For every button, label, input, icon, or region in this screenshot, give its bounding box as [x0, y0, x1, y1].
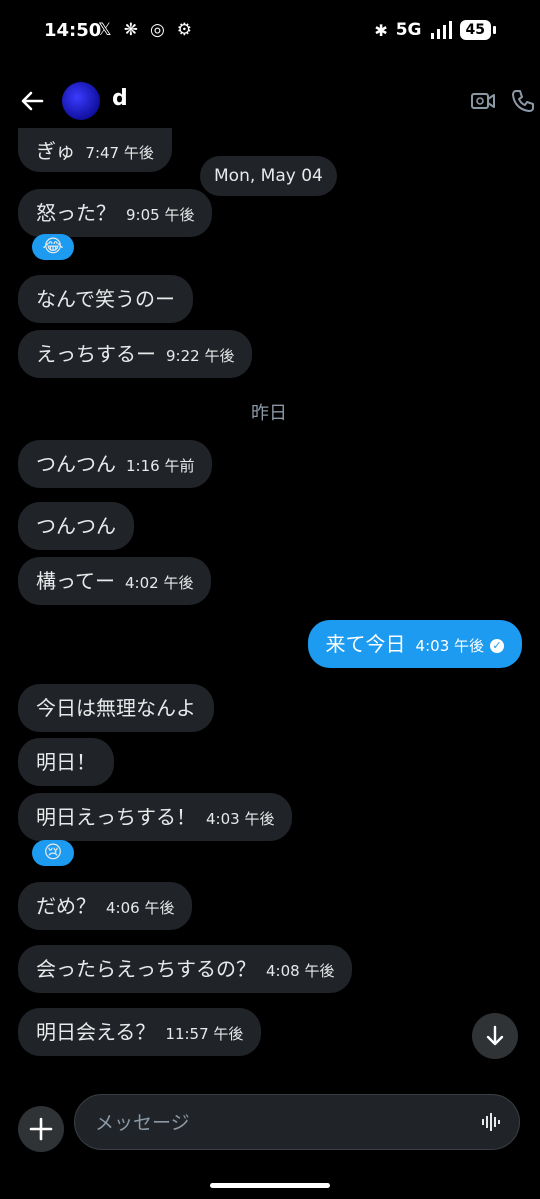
outgoing-message-bubble[interactable]: 来て今日 4:03 午後 ✓: [307, 620, 522, 668]
phone-icon[interactable]: [510, 88, 536, 114]
message-text: つんつん: [36, 452, 116, 476]
scroll-down-button[interactable]: [472, 1013, 518, 1059]
message-text: 明日！: [36, 750, 96, 774]
read-check-icon: ✓: [490, 638, 504, 653]
message-bubble[interactable]: つんつん 1:16 午前: [18, 440, 213, 488]
x-logo-icon: 𝕏: [98, 20, 112, 40]
battery-level: 45: [459, 20, 491, 40]
message-text: 来て今日: [325, 632, 406, 656]
signal-icon: [430, 21, 452, 39]
message-time: 4:03 午後: [206, 810, 275, 828]
scroll-down-icon: [486, 1025, 504, 1046]
home-indicator[interactable]: [210, 1183, 330, 1188]
bluetooth-icon: ✱: [374, 20, 388, 40]
message-bubble[interactable]: 明日！: [18, 738, 114, 786]
message-text: 明日会える？: [36, 1020, 156, 1044]
message-text: 今日は無理なんよ: [36, 696, 196, 720]
message-text: 構ってー: [36, 569, 115, 593]
message-input[interactable]: [93, 1095, 457, 1151]
message-bubble[interactable]: 明日えっちする！ 4:03 午後: [18, 793, 293, 841]
message-time: 7:47 午後: [85, 144, 154, 162]
message-composer: [0, 1090, 540, 1160]
message-text: ぎゅ: [36, 139, 76, 163]
message-bubble[interactable]: 今日は無理なんよ: [18, 684, 214, 732]
message-time: 4:02 午後: [125, 574, 194, 592]
reaction-badge[interactable]: 😢: [32, 840, 74, 866]
message-bubble[interactable]: えっちするー 9:22 午後: [18, 330, 253, 378]
message-bubble[interactable]: なんで笑うのー: [18, 275, 193, 323]
message-bubble[interactable]: 怒った？ 9:05 午後: [18, 189, 213, 237]
avatar[interactable]: [62, 82, 100, 120]
notification-icons: 𝕏 ❋ ◎ ⚙: [98, 20, 192, 40]
message-input-wrapper: [74, 1094, 520, 1151]
message-text: つんつん: [36, 514, 116, 538]
conversation-header: d: [0, 70, 540, 132]
add-attachment-button[interactable]: [18, 1106, 64, 1152]
message-text: えっちするー: [36, 342, 156, 366]
settings-icon: ⚙: [176, 20, 193, 40]
message-bubble[interactable]: 構ってー 4:02 午後: [18, 557, 212, 605]
message-time: 1:16 午前: [126, 457, 195, 475]
voice-icon[interactable]: [479, 1109, 505, 1135]
message-bubble[interactable]: つんつん: [18, 502, 134, 550]
message-time: 4:06 午後: [106, 899, 175, 917]
plus-icon: [29, 1117, 53, 1141]
message-bubble[interactable]: 会ったらえっちするの？ 4:08 午後: [18, 945, 353, 993]
message-text: 明日えっちする！: [36, 805, 196, 829]
video-call-icon[interactable]: [470, 88, 496, 114]
location-icon: ◎: [149, 20, 165, 40]
message-bubble[interactable]: だめ？ 4:06 午後: [18, 882, 193, 930]
message-text: だめ？: [36, 894, 96, 918]
network-type: 5G: [395, 20, 422, 40]
message-text: 怒った？: [36, 201, 116, 225]
message-time: 4:03 午後: [415, 637, 484, 655]
message-bubble[interactable]: ぎゅ 7:47 午後: [18, 128, 172, 172]
message-text: 会ったらえっちするの？: [36, 957, 256, 981]
message-bubble[interactable]: 明日会える？ 11:57 午後: [18, 1008, 262, 1056]
message-time: 9:05 午後: [126, 206, 195, 224]
back-arrow-icon[interactable]: [18, 86, 48, 116]
butterfly-icon: ❋: [123, 20, 138, 40]
status-time: 14:50: [44, 20, 102, 41]
message-time: 11:57 午後: [165, 1025, 244, 1043]
battery-icon: [493, 26, 496, 34]
message-time: 9:22 午後: [166, 347, 235, 365]
message-time: 4:08 午後: [266, 962, 335, 980]
status-bar: 14:50 𝕏 ❋ ◎ ⚙ ✱ 5G 45: [0, 0, 540, 66]
date-separator: 昨日: [251, 403, 287, 424]
status-right: ✱ 5G 45: [374, 20, 496, 40]
message-text: なんで笑うのー: [36, 287, 175, 311]
contact-name[interactable]: d: [112, 86, 128, 111]
reaction-badge[interactable]: 😂: [32, 234, 74, 260]
date-chip: Mon, May 04: [200, 156, 337, 196]
